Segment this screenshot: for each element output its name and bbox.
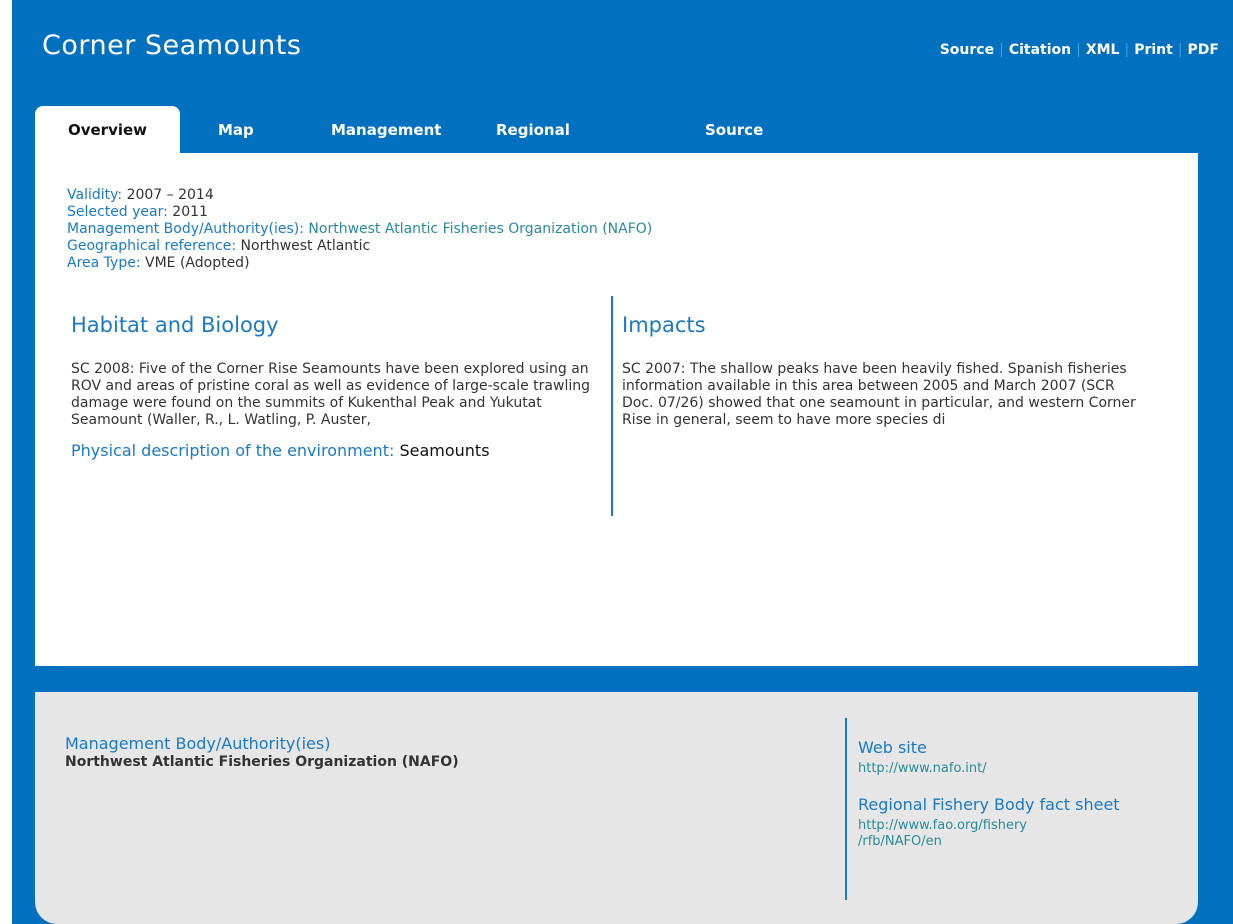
tab-management[interactable]: Management (331, 106, 441, 153)
page-title: Corner Seamounts (42, 30, 302, 61)
factsheet-link[interactable]: http://www.fao.org/fishery /rfb/NAFO/en (858, 818, 1148, 850)
impacts-text: SC 2007: The shallow peaks have been hea… (622, 361, 1136, 428)
impacts-section: Impacts SC 2007: The shallow peaks have … (622, 313, 1142, 429)
area-type-label: Area Type: (67, 255, 141, 271)
area-metadata: Validity: 2007 – 2014 Selected year: 201… (67, 187, 652, 272)
habitat-section: Habitat and Biology SC 2008: Five of the… (71, 313, 611, 460)
link-separator: | (1076, 42, 1081, 58)
physical-label: Physical description of the environment: (71, 441, 395, 460)
tab-source[interactable]: Source (705, 106, 763, 153)
selected-year-label: Selected year: (67, 204, 168, 220)
citation-link[interactable]: Citation (1009, 42, 1071, 58)
management-row: Management Body/Authority(ies): Northwes… (67, 221, 652, 238)
management-link[interactable]: Northwest Atlantic Fisheries Organizatio… (308, 221, 652, 237)
area-type-value: VME (Adopted) (145, 255, 250, 271)
management-label: Management Body/Authority(ies): (67, 221, 304, 237)
print-link[interactable]: Print (1134, 42, 1173, 58)
link-separator: | (1177, 42, 1183, 58)
footer-management-value: Northwest Atlantic Fisheries Organizatio… (65, 754, 459, 770)
source-link[interactable]: Source (940, 42, 994, 58)
factsheet-block: Regional Fishery Body fact sheet http://… (858, 795, 1148, 850)
website-label: Web site (858, 738, 927, 757)
footer-management: Management Body/Authority(ies) Northwest… (65, 734, 459, 770)
tab-map[interactable]: Map (218, 106, 254, 153)
geo-row: Geographical reference: Northwest Atlant… (67, 238, 652, 255)
pdf-link[interactable]: PDF (1188, 42, 1219, 58)
selected-year-value: 2011 (172, 204, 208, 220)
tab-regional-history[interactable]: Regional history (496, 106, 570, 187)
habitat-heading: Habitat and Biology (71, 313, 279, 337)
footer-links: Web site http://www.nafo.int/ Regional F… (858, 738, 1148, 850)
geo-label: Geographical reference: (67, 238, 237, 254)
factsheet-link-line-2[interactable]: /rfb/NAFO/en (858, 834, 1148, 850)
selected-year-row: Selected year: 2011 (67, 204, 652, 221)
website-link[interactable]: http://www.nafo.int/ (858, 761, 1148, 777)
validity-row: Validity: 2007 – 2014 (67, 187, 652, 204)
footer-management-label: Management Body/Authority(ies) (65, 734, 331, 753)
factsheet-link-line-1[interactable]: http://www.fao.org/fishery (858, 818, 1148, 834)
page-edge (0, 0, 12, 924)
xml-link[interactable]: XML (1086, 42, 1120, 58)
link-separator: | (999, 42, 1004, 58)
header-links: Source | Citation | XML | Print | PDF (940, 42, 1219, 58)
footer-panel: Management Body/Authority(ies) Northwest… (35, 692, 1198, 924)
validity-label: Validity: (67, 187, 123, 203)
physical-value: Seamounts (399, 441, 490, 460)
factsheet-label: Regional Fishery Body fact sheet (858, 795, 1120, 814)
link-separator: | (1124, 42, 1130, 58)
column-divider (611, 296, 613, 516)
overview-panel: Validity: 2007 – 2014 Selected year: 201… (35, 153, 1198, 666)
physical-description: Physical description of the environment:… (71, 441, 611, 460)
habitat-text: SC 2008: Five of the Corner Rise Seamoun… (71, 361, 590, 428)
geo-value: Northwest Atlantic (240, 238, 371, 254)
impacts-heading: Impacts (622, 313, 706, 337)
area-type-row: Area Type: VME (Adopted) (67, 255, 652, 272)
tab-overview[interactable]: Overview (35, 106, 180, 153)
footer-divider (845, 718, 847, 900)
validity-value: 2007 – 2014 (126, 187, 214, 203)
